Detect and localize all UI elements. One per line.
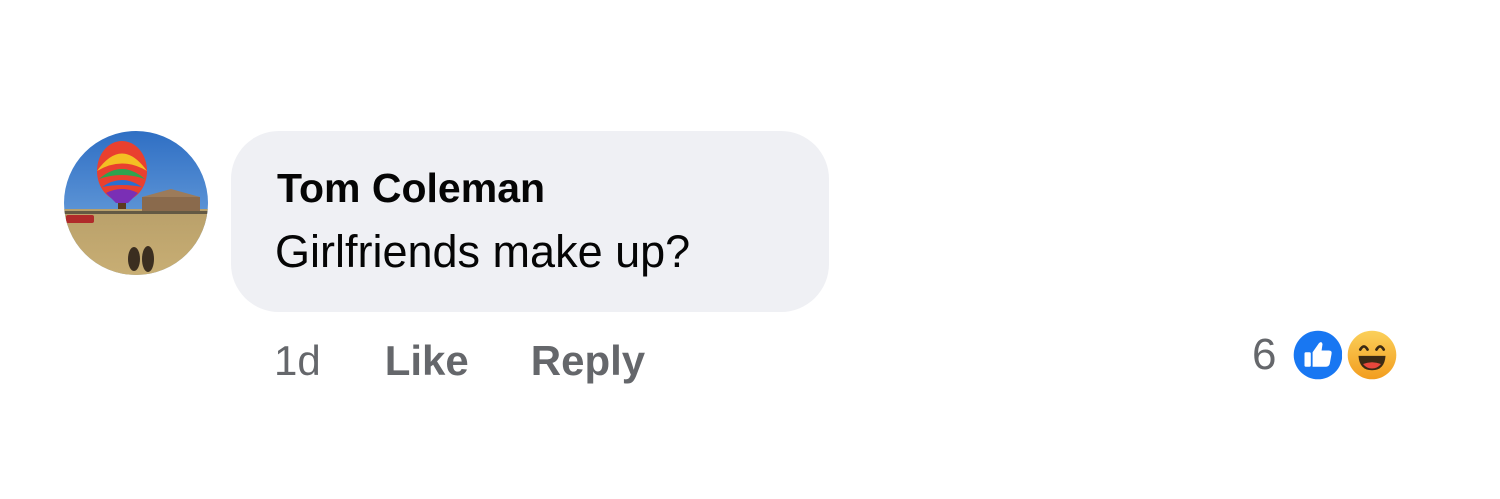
hot-air-balloon-photo bbox=[64, 131, 208, 275]
comment-text: Girlfriends make up? bbox=[275, 226, 691, 277]
reaction-summary[interactable]: 6 bbox=[1252, 325, 1403, 385]
comment-timestamp[interactable]: 1d bbox=[274, 337, 321, 385]
like-icon bbox=[1288, 325, 1349, 385]
comment: Tom Coleman Girlfriends make up? 1d Like… bbox=[0, 0, 1500, 499]
comment-actions: 1d Like Reply bbox=[274, 334, 707, 388]
haha-icon bbox=[1342, 325, 1403, 385]
comment-author[interactable]: Tom Coleman bbox=[277, 165, 545, 212]
avatar[interactable] bbox=[64, 131, 208, 275]
reaction-count: 6 bbox=[1252, 330, 1277, 379]
like-button[interactable]: Like bbox=[385, 337, 469, 385]
comment-bubble: Tom Coleman Girlfriends make up? bbox=[231, 131, 829, 312]
reply-button[interactable]: Reply bbox=[531, 337, 645, 385]
